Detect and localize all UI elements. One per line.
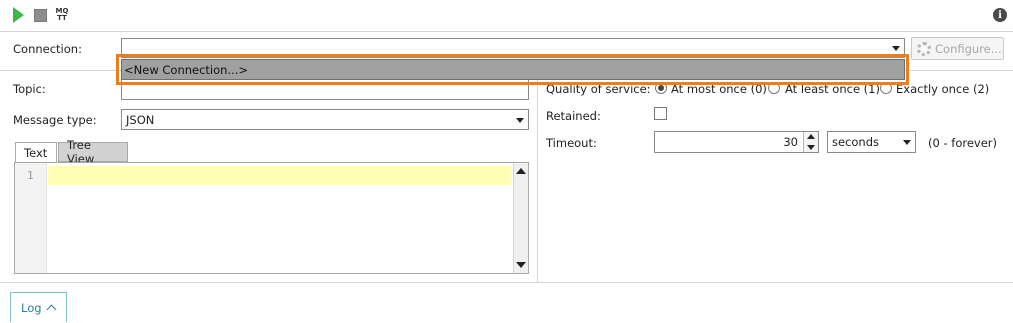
stop-icon[interactable] xyxy=(32,6,48,24)
mqtt-icon[interactable]: MQ TT xyxy=(54,6,70,24)
message-type-value: JSON xyxy=(126,112,155,127)
toolbar: MQ TT i xyxy=(0,0,1013,32)
spinner-buttons[interactable] xyxy=(803,132,818,152)
timeout-value: 30 xyxy=(783,135,798,149)
panel-divider xyxy=(537,70,538,282)
message-type-select[interactable]: JSON xyxy=(121,109,529,130)
bottom-divider xyxy=(0,282,1013,283)
gear-icon xyxy=(917,41,931,56)
message-type-label: Message type: xyxy=(13,113,97,127)
retained-checkbox[interactable] xyxy=(654,107,667,120)
tab-text-label: Text xyxy=(24,145,48,160)
scroll-up-icon[interactable] xyxy=(516,168,526,174)
line-number: 1 xyxy=(27,169,34,182)
log-label: Log xyxy=(21,300,42,315)
scroll-down-icon[interactable] xyxy=(516,262,526,268)
toolbar-divider xyxy=(0,31,1013,32)
chevron-down-icon xyxy=(892,46,900,51)
timeout-unit-value: seconds xyxy=(832,135,880,149)
retained-label: Retained: xyxy=(546,109,601,123)
chevron-down-icon xyxy=(516,117,524,123)
spin-down-icon[interactable] xyxy=(807,145,815,150)
timeout-unit-select[interactable]: seconds xyxy=(827,131,916,153)
message-editor[interactable]: 1 xyxy=(14,162,529,274)
line-gutter: 1 xyxy=(15,163,47,273)
qos-option-2-label: Exactly once (2) xyxy=(896,82,990,96)
editor-scrollbar[interactable] xyxy=(513,163,528,273)
current-line-highlight xyxy=(48,166,512,185)
configure-label: Configure... xyxy=(935,41,1002,56)
chevron-down-icon xyxy=(903,140,911,145)
tab-tree-view[interactable]: Tree View xyxy=(58,138,128,166)
configure-button[interactable]: Configure... xyxy=(911,37,1004,60)
timeout-label: Timeout: xyxy=(546,136,597,150)
spin-up-icon[interactable] xyxy=(807,134,815,139)
info-icon[interactable]: i xyxy=(993,8,1007,22)
tab-text[interactable]: Text xyxy=(15,142,57,162)
play-icon[interactable] xyxy=(10,6,26,24)
highlight-annotation xyxy=(116,54,909,85)
timeout-spinner[interactable]: 30 xyxy=(654,131,819,153)
connection-label: Connection: xyxy=(13,42,82,56)
topic-label: Topic: xyxy=(13,82,46,96)
chevron-up-icon xyxy=(46,304,56,315)
log-tab[interactable]: Log xyxy=(10,292,67,322)
timeout-hint: (0 - forever) xyxy=(928,136,997,150)
